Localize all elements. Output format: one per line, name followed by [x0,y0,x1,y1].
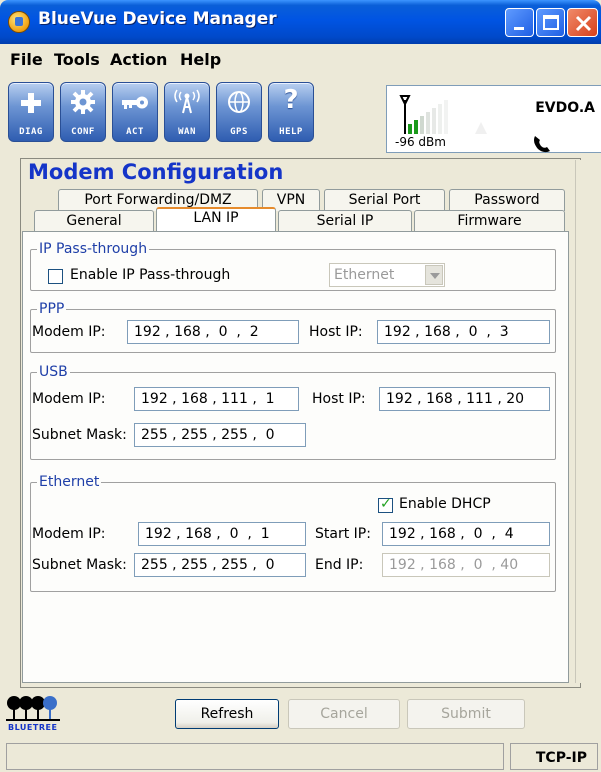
signal-dbm: -96 dBm [395,135,446,149]
signal-panel: -96 dBm EVDO.A [386,85,601,153]
trees-icon [6,696,60,721]
section-title: Modem Configuration [28,160,284,184]
refresh-button[interactable]: Refresh [175,699,279,729]
eth-start-ip-label: Start IP: [315,526,371,542]
ppp-host-ip-label: Host IP: [309,324,363,340]
ppp-modem-ip-label: Modem IP: [32,324,106,340]
menu-file[interactable]: File [10,50,43,69]
phone-icon [534,136,550,153]
tab-password[interactable]: Password [449,189,565,211]
globe-icon [228,91,250,113]
app-window: BlueVue Device Manager File Tools Action… [0,0,601,772]
usb-modem-ip-field[interactable]: 192 , 168 , 111 , 1 [134,387,299,411]
usb-subnet-field[interactable]: 255 , 255 , 255 , 0 [134,423,306,447]
eth-end-ip-label: End IP: [315,557,364,573]
status-bar: TCP-IP [0,740,601,772]
passthrough-checkbox-label: Enable IP Pass-through [70,267,231,283]
status-connection-field: TCP-IP [510,743,598,770]
ppp-host-ip-field[interactable]: 192 , 168 , 0 , 3 [377,320,550,344]
dhcp-checkbox-label: Enable DHCP [399,496,491,512]
usb-legend: USB [37,364,70,380]
tab-firmware[interactable]: Firmware [414,210,565,232]
diag-label: DIAG [19,127,43,137]
signal-bars-icon [399,95,487,134]
close-icon [575,15,592,32]
antenna-icon [174,89,200,114]
act-button[interactable]: ACT [112,82,158,142]
eth-subnet-label: Subnet Mask: [32,557,127,573]
question-icon: ? [283,85,299,115]
passthrough-interface-select[interactable]: Ethernet [329,263,445,287]
ethernet-legend: Ethernet [37,474,102,490]
passthrough-interface-value: Ethernet [334,267,395,283]
chevron-down-icon[interactable] [425,265,443,285]
plus-icon [21,93,41,113]
app-icon [8,11,30,33]
passthrough-checkbox[interactable] [48,269,63,284]
gps-label: GPS [230,127,248,137]
conf-label: CONF [71,127,95,137]
eth-modem-ip-label: Modem IP: [32,526,106,542]
maximize-button[interactable] [536,8,565,37]
status-message-field [6,743,504,770]
gps-button[interactable]: GPS [216,82,262,142]
conf-button[interactable]: CONF [60,82,106,142]
usb-modem-ip-label: Modem IP: [32,391,106,407]
bluetree-logo: BLUETREE [6,694,60,732]
cancel-button[interactable]: Cancel [288,699,400,729]
help-label: HELP [279,127,303,137]
usb-host-ip-field[interactable]: 192 , 168 , 111 , 20 [379,387,550,411]
act-label: ACT [126,127,144,137]
dhcp-checkbox[interactable]: ✓ [378,496,393,513]
window-title: BlueVue Device Manager [38,9,277,29]
maximize-icon [543,15,559,30]
menu-bar: File Tools Action Help [0,44,601,74]
wan-label: WAN [178,127,196,137]
tab-serial-ip[interactable]: Serial IP [278,210,412,232]
eth-end-ip-field: 192 , 168 , 0 , 40 [382,553,550,577]
network-type: EVDO.A [535,100,595,116]
close-button[interactable] [567,8,598,37]
help-button[interactable]: ? HELP [268,82,314,142]
submit-button[interactable]: Submit [407,699,525,729]
minimize-button[interactable] [505,8,534,37]
ppp-modem-ip-field[interactable]: 192 , 168 , 0 , 2 [127,320,299,344]
eth-modem-ip-field[interactable]: 192 , 168 , 0 , 1 [138,522,306,546]
menu-help[interactable]: Help [180,50,221,69]
menu-action[interactable]: Action [110,50,167,69]
eth-start-ip-field[interactable]: 192 , 168 , 0 , 4 [382,522,550,546]
usb-host-ip-label: Host IP: [312,391,366,407]
tab-general[interactable]: General [34,210,154,232]
logo-text: BLUETREE [8,723,58,732]
connection-type: TCP-IP [535,750,587,766]
ppp-legend: PPP [37,301,67,317]
checkmark-icon: ✓ [380,496,392,512]
wan-button[interactable]: WAN [164,82,210,142]
title-bar[interactable]: BlueVue Device Manager [0,0,601,44]
eth-subnet-field[interactable]: 255 , 255 , 255 , 0 [134,553,306,577]
minimize-icon [514,27,524,30]
tab-lan-ip[interactable]: LAN IP [156,207,276,231]
passthrough-legend: IP Pass-through [37,241,150,257]
diag-button[interactable]: DIAG [8,82,54,142]
key-icon [122,96,148,109]
tab-serial-port[interactable]: Serial Port [324,189,445,211]
menu-tools[interactable]: Tools [54,50,100,69]
usb-subnet-label: Subnet Mask: [32,427,127,443]
panel-scrollbar[interactable] [575,160,591,683]
gear-icon [71,90,95,114]
